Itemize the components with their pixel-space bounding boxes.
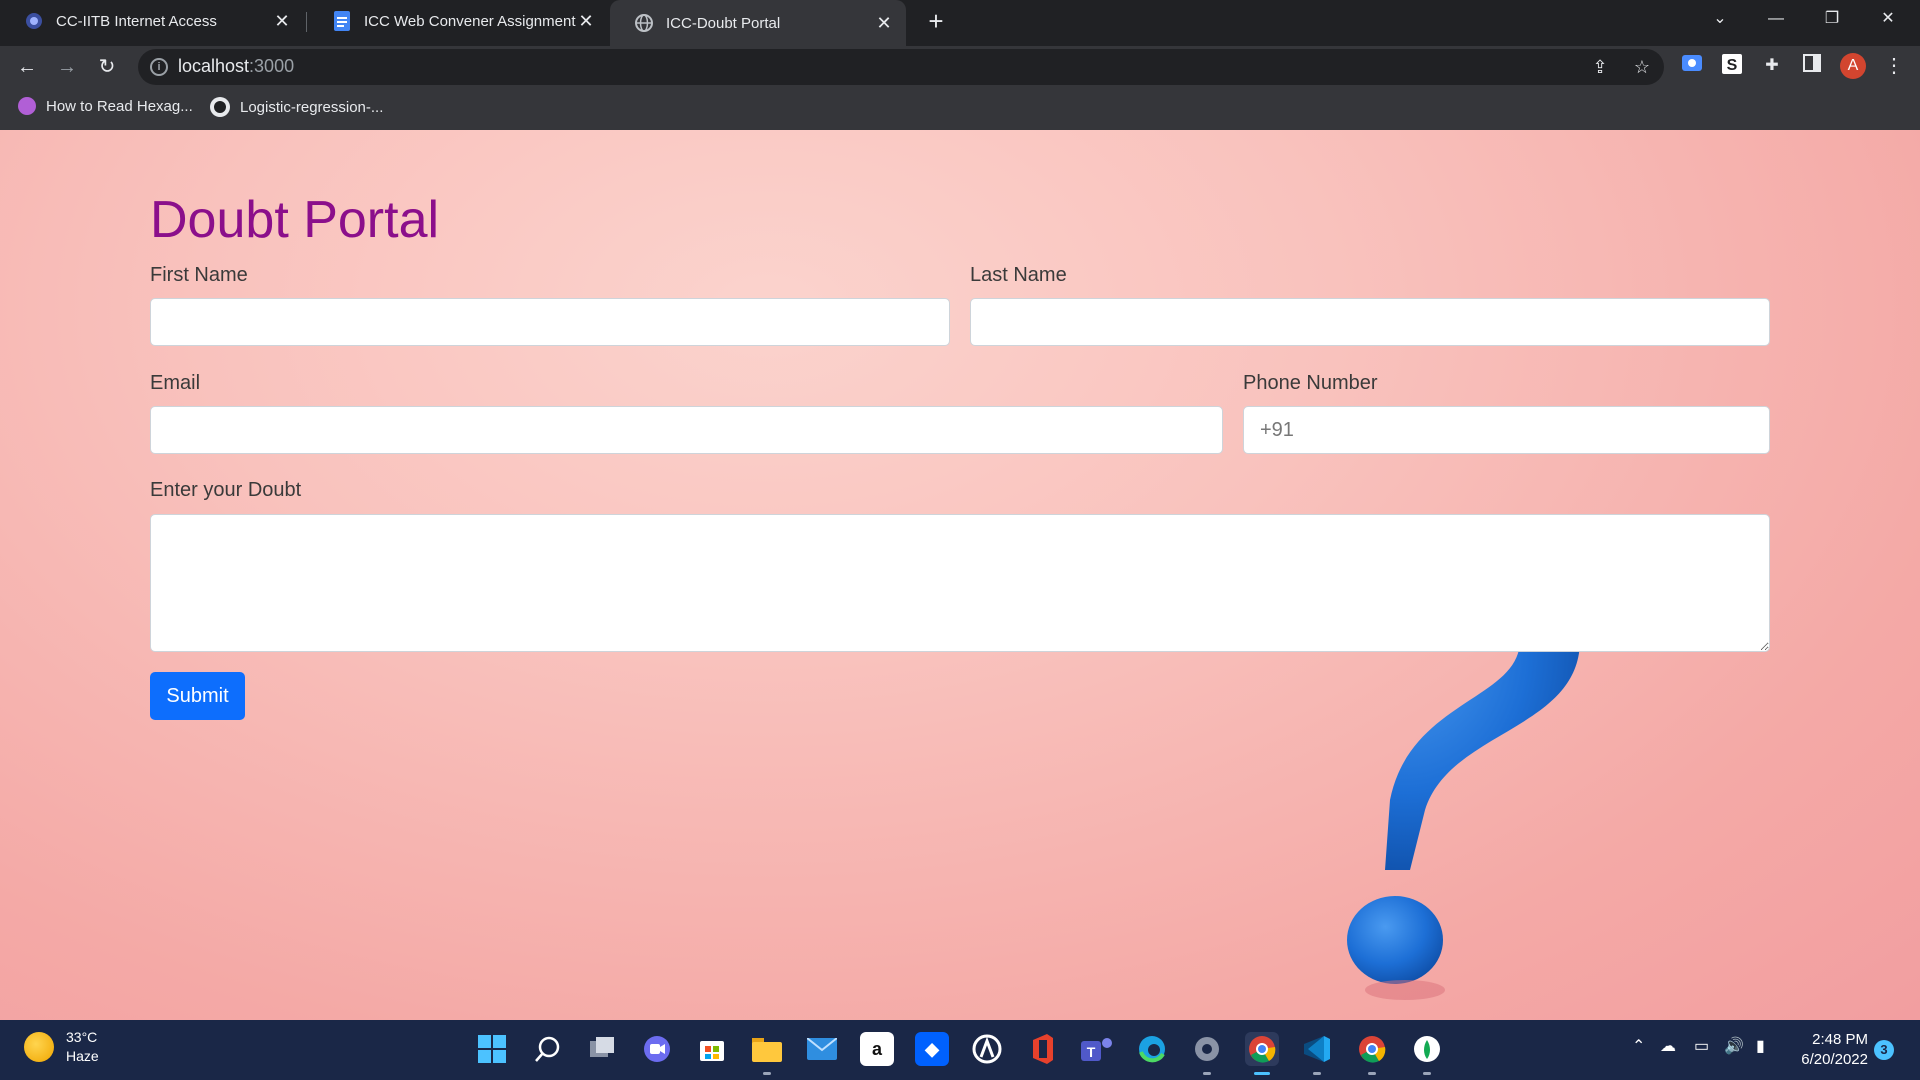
restore-icon[interactable]: ❐ (1808, 0, 1856, 40)
close-icon[interactable]: ✕ (576, 11, 596, 31)
new-tab-plus-icon[interactable]: + (922, 8, 950, 36)
windows-taskbar: 33°C Haze a ◆ T ⌃ ☁ ▭ 🔊 ▮ 2:48 PM 6/20/2… (0, 1020, 1920, 1080)
bookmark-logistic-regression[interactable]: Logistic-regression-... (210, 97, 383, 117)
site-info-icon[interactable]: i (150, 58, 168, 76)
tab-label: ICC-Doubt Portal (666, 14, 781, 32)
windows-start-icon[interactable] (475, 1032, 509, 1066)
url-text: localhost:3000 (178, 56, 295, 76)
bookmarks-bar: How to Read Hexag... Logistic-regression… (0, 89, 1920, 127)
email-input[interactable] (150, 406, 1223, 454)
chrome-profile-icon[interactable] (1355, 1032, 1389, 1066)
mongodb-compass-icon[interactable] (1410, 1032, 1444, 1066)
vscode-icon[interactable] (1300, 1032, 1334, 1066)
svg-text:T: T (1087, 1044, 1096, 1060)
show-hidden-icons-chevron-icon[interactable]: ⌃ (1632, 1036, 1645, 1056)
hexagon-bookmark-icon (18, 97, 36, 115)
close-icon[interactable]: ✕ (272, 11, 292, 31)
menu-kebab-icon[interactable]: ⋮ (1882, 54, 1906, 78)
submit-button[interactable]: Submit (150, 672, 245, 720)
clock-time: 2:48 PM (1812, 1031, 1868, 1048)
bookmark-label: How to Read Hexag... (46, 97, 193, 115)
clock-date: 6/20/2022 (1801, 1051, 1868, 1068)
weather-condition: Haze (66, 1048, 99, 1064)
screen-capture-extension-icon[interactable] (1680, 54, 1704, 78)
reload-icon[interactable]: ↻ (92, 52, 122, 82)
onedrive-cloud-icon[interactable]: ☁ (1660, 1036, 1676, 1056)
address-bar[interactable]: i localhost:3000 ⇪ ☆ (138, 49, 1664, 85)
doubt-label: Enter your Doubt (150, 479, 302, 501)
doubt-textarea[interactable] (150, 514, 1770, 652)
volume-icon[interactable]: 🔊 (1724, 1036, 1744, 1056)
page-title: Doubt Portal (150, 191, 440, 249)
file-explorer-icon[interactable] (750, 1032, 784, 1066)
bookmark-hexagonal[interactable]: How to Read Hexag... (18, 97, 193, 115)
github-icon (210, 97, 230, 117)
battery-icon[interactable]: ▮ (1756, 1036, 1765, 1056)
tab-doubt-portal[interactable]: ICC-Doubt Portal ✕ (610, 0, 906, 46)
amazon-icon[interactable]: a (860, 1032, 894, 1066)
last-name-label: Last Name (970, 264, 1067, 286)
window-close-icon[interactable]: ✕ (1864, 0, 1912, 40)
chat-icon[interactable] (640, 1032, 674, 1066)
bookmark-label: Logistic-regression-... (240, 98, 384, 116)
side-panel-icon[interactable] (1800, 54, 1824, 78)
profile-avatar[interactable]: A (1840, 53, 1866, 79)
teams-icon[interactable]: T (1080, 1032, 1114, 1066)
edge-icon[interactable] (1135, 1032, 1169, 1066)
mail-icon[interactable] (805, 1032, 839, 1066)
search-icon[interactable] (530, 1032, 564, 1066)
temperature: 33°C (66, 1029, 98, 1045)
last-name-input[interactable] (970, 298, 1770, 346)
notification-badge[interactable]: 3 (1874, 1040, 1894, 1060)
share-icon[interactable]: ⇪ (1590, 57, 1610, 77)
network-icon[interactable]: ▭ (1694, 1036, 1709, 1056)
iitb-logo-icon (24, 11, 44, 31)
chrome-icon[interactable] (1245, 1032, 1279, 1066)
task-view-icon[interactable] (585, 1032, 619, 1066)
first-name-label: First Name (150, 264, 248, 286)
close-icon[interactable]: ✕ (874, 13, 894, 33)
first-name-input[interactable] (150, 298, 950, 346)
weather-widget[interactable]: 33°C Haze (24, 1028, 99, 1066)
google-docs-icon (332, 11, 352, 31)
svg-text:S: S (1727, 57, 1738, 74)
page-viewport: Doubt Portal First Name Last Name Email … (0, 130, 1920, 1020)
globe-icon (634, 13, 654, 33)
tab-label: CC-IITB Internet Access (56, 12, 217, 30)
settings-gear-icon[interactable] (1190, 1032, 1224, 1066)
app-a-icon[interactable] (970, 1032, 1004, 1066)
forward-arrow-icon[interactable]: → (52, 52, 82, 82)
email-label: Email (150, 372, 201, 394)
phone-label: Phone Number (1243, 372, 1378, 394)
tab-label: ICC Web Convener Assignment - (364, 12, 576, 30)
tab-strip: CC-IITB Internet Access ✕ ICC Web Conven… (0, 0, 1920, 46)
phone-input[interactable] (1243, 406, 1770, 454)
office-icon[interactable] (1025, 1032, 1059, 1066)
minimize-icon[interactable]: — (1752, 0, 1800, 40)
tab-cc-iitb[interactable]: CC-IITB Internet Access ✕ (0, 0, 304, 42)
microsoft-store-icon[interactable] (695, 1032, 729, 1066)
tab-search-chevron-icon[interactable]: ⌄ (1696, 0, 1744, 40)
s-extension-icon[interactable]: S (1720, 54, 1744, 78)
weather-haze-icon (24, 1032, 54, 1062)
dropbox-icon[interactable]: ◆ (915, 1032, 949, 1066)
back-arrow-icon[interactable]: ← (12, 52, 42, 82)
extensions-puzzle-icon[interactable]: ✚ (1760, 54, 1784, 78)
bookmark-star-icon[interactable]: ☆ (1632, 57, 1652, 77)
system-clock[interactable]: 2:48 PM 6/20/2022 (1790, 1030, 1868, 1070)
tab-icc-assignment[interactable]: ICC Web Convener Assignment - ✕ (308, 0, 608, 42)
